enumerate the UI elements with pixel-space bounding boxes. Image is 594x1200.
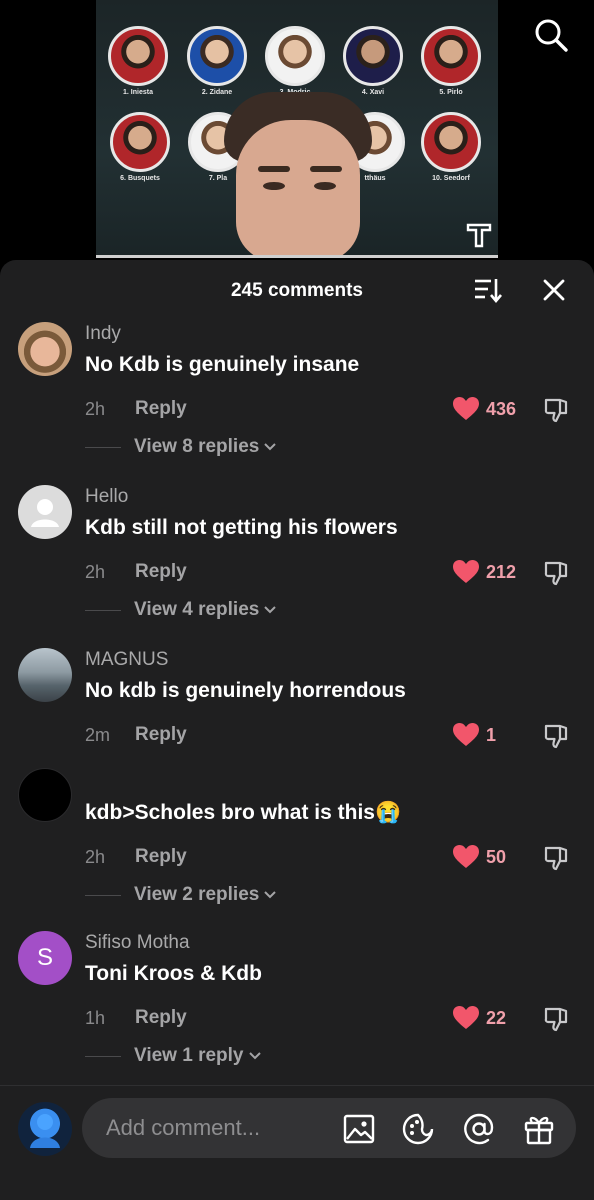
channel-logo-icon [466,223,492,248]
like-count: 50 [486,846,507,867]
player-card: 4. Xavi [343,26,403,96]
like-count: 1 [486,724,497,745]
comment-username[interactable]: Hello [85,486,128,508]
view-replies-button[interactable]: View 2 replies [85,884,277,906]
globe-avatar-icon [30,1114,60,1148]
comment-time: 2h [85,847,106,867]
comment-username[interactable]: Indy [85,323,121,345]
comment-time: 1h [85,1008,106,1028]
chevron-down-icon [248,1052,261,1060]
like-button[interactable]: 212 [452,559,516,585]
comment-input[interactable] [106,1098,326,1158]
comment-box[interactable] [82,1098,576,1158]
my-avatar[interactable] [18,1102,72,1156]
app-root: 1. Iniesta 2. Zidane 3. Modric 4. Xavi 5… [0,0,594,1200]
chevron-down-icon [264,891,277,899]
like-button[interactable]: 50 [452,844,506,870]
heart-icon [453,397,479,420]
player-card: 3. Modric [265,26,325,96]
avatar[interactable] [18,485,72,539]
heart-icon [453,560,479,583]
like-button[interactable]: 22 [452,1005,506,1031]
video-thumbnail: 1. Iniesta 2. Zidane 3. Modric 4. Xavi 5… [96,0,498,258]
heart-icon [453,1006,479,1029]
avatar[interactable]: S [18,931,72,985]
image-icon[interactable] [342,1112,376,1146]
mention-icon[interactable] [462,1112,496,1146]
comment-username[interactable]: Sifiso Motha [85,932,190,954]
comment-text: Toni Kroos & Kdb [85,962,262,985]
reply-button[interactable]: Reply [135,724,187,746]
dislike-icon[interactable] [542,559,572,589]
comment-text: No kdb is genuinely horrendous [85,679,406,702]
comment-time: 2h [85,399,106,419]
video-player[interactable]: 1. Iniesta 2. Zidane 3. Modric 4. Xavi 5… [0,0,594,262]
dislike-icon[interactable] [542,844,572,874]
video-progress-bar[interactable] [96,255,498,258]
dislike-icon[interactable] [542,396,572,426]
player-card: 6. Busquets [110,112,170,182]
player-card: 5. Pirlo [421,26,481,96]
comment-text: kdb>Scholes bro what is this😭 [85,801,402,824]
view-replies-button[interactable]: View 4 replies [85,599,277,621]
default-avatar-icon [31,499,59,527]
avatar[interactable] [18,648,72,702]
chevron-down-icon [264,443,277,451]
dislike-icon[interactable] [542,1005,572,1035]
gift-icon[interactable] [522,1112,556,1146]
dislike-icon[interactable] [542,722,572,752]
like-button[interactable]: 1 [452,722,496,748]
sort-icon[interactable] [472,276,504,304]
like-count: 212 [486,561,517,582]
comment-text: No Kdb is genuinely insane [85,353,360,376]
chevron-down-icon [264,606,277,614]
creator-face [218,92,378,258]
like-count: 436 [486,398,517,419]
close-icon[interactable] [540,276,568,304]
comment-time: 2h [85,562,106,582]
reply-button[interactable]: Reply [135,1007,187,1029]
reply-button[interactable]: Reply [135,561,187,583]
player-card: 10. Seedorf [421,112,481,182]
reply-button[interactable]: Reply [135,398,187,420]
player-card: 2. Zidane [187,26,247,96]
avatar[interactable] [18,322,72,376]
heart-icon [453,845,479,868]
comments-sheet: 245 comments Indy No Kdb is genuinely in… [0,260,594,1200]
comment-text: Kdb still not getting his flowers [85,516,398,539]
comments-count: 245 comments [230,280,363,301]
comment-input-bar [0,1085,594,1200]
comments-header: 245 comments [0,260,594,320]
reply-button[interactable]: Reply [135,846,187,868]
like-button[interactable]: 436 [452,396,516,422]
avatar[interactable] [18,768,72,822]
comment-time: 2m [85,725,111,745]
player-card: 1. Iniesta [108,26,168,96]
view-replies-button[interactable]: View 1 reply [85,1045,262,1067]
comment-username[interactable]: MAGNUS [85,649,168,671]
heart-icon [453,723,479,746]
sticker-icon[interactable] [401,1112,435,1146]
search-icon[interactable] [532,16,570,54]
like-count: 22 [486,1007,507,1028]
view-replies-button[interactable]: View 8 replies [85,436,277,458]
